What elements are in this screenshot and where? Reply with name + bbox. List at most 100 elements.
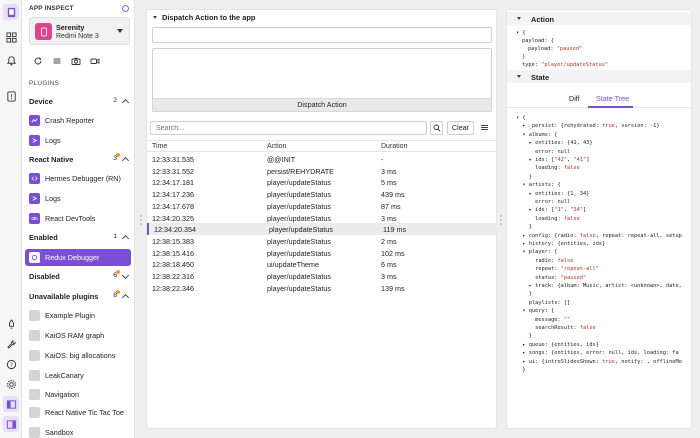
menu-list-button[interactable] xyxy=(52,56,62,66)
plugin-manager-rail-button[interactable] xyxy=(3,29,19,45)
table-row[interactable]: 12:34:17.181 player/updateStatus 5 ms xyxy=(147,176,498,188)
section-disabled[interactable]: Disabled 6 xyxy=(29,270,130,284)
table-row[interactable]: 12:33:31.535 @@INIT - xyxy=(147,153,498,165)
json-line[interactable]: ▾ { xyxy=(516,30,526,36)
section-react-native[interactable]: React Native 3 xyxy=(29,153,130,167)
table-row[interactable]: 12:38:22.346 player/updateStatus 139 ms xyxy=(147,282,498,294)
table-options-button[interactable] xyxy=(480,123,490,133)
state-tree-line[interactable]: ▾ { xyxy=(516,115,526,121)
table-row[interactable]: 12:38:15.383 player/updateStatus 2 ms xyxy=(147,235,498,247)
table-row[interactable]: 12:34:20.325 player/updateStatus 3 ms xyxy=(147,212,498,224)
state-tree-line[interactable]: ▸ entities: {41, 43} xyxy=(516,140,593,146)
reload-button[interactable] xyxy=(33,56,43,66)
sidebar-item-tic-tac-toe[interactable]: React Native Tic Tac Toe xyxy=(25,404,131,421)
table-row[interactable]: 12:38:22.316 player/updateStatus 3 ms xyxy=(147,270,498,282)
device-selector[interactable]: Serenity Redmi Note 3 xyxy=(29,17,130,45)
resize-handle-right[interactable] xyxy=(500,215,504,225)
state-tree-line[interactable]: ▸ history: {entities, ids} xyxy=(516,241,605,247)
crash-icon xyxy=(29,115,40,126)
row-time: 12:38:18.450 xyxy=(152,260,194,270)
state-tree-line: } xyxy=(516,291,532,298)
action-section-header[interactable]: Action xyxy=(507,12,691,25)
state-tree-line[interactable]: ▾ query: { xyxy=(516,308,554,314)
toggle-left-sidebar-button[interactable] xyxy=(3,396,19,412)
state-tree-line[interactable]: ▾ player: { xyxy=(516,249,557,255)
clear-button[interactable]: Clear xyxy=(447,121,474,135)
row-action: player/updateStatus xyxy=(269,225,333,235)
state-tree-line[interactable]: ▸ entities: {1, 34} xyxy=(516,191,590,197)
search-button[interactable] xyxy=(430,121,443,135)
table-row[interactable]: 12:33:31.552 persist/REHYDRATE 3 ms xyxy=(147,165,498,177)
section-count: 3 xyxy=(113,155,117,162)
state-tree-line: loading: false xyxy=(516,165,580,172)
sidebar-item-leakcanary[interactable]: LeakCanary xyxy=(25,367,131,384)
resize-handle-left[interactable] xyxy=(140,215,144,225)
state-tree-line[interactable]: ▸ track: {album: Music, artist: <unknown… xyxy=(516,283,682,289)
help-rail-button[interactable]: ? xyxy=(3,356,19,372)
state-tree-line[interactable]: ▾ albums: { xyxy=(516,132,557,138)
json-line[interactable]: payload: { xyxy=(522,38,554,44)
sidebar-item-crash-reporter[interactable]: Crash Reporter xyxy=(25,112,131,129)
state-tree-line[interactable]: ▾ artists: { xyxy=(516,182,560,188)
section-count: 8 xyxy=(113,292,117,299)
column-header-action[interactable]: Action xyxy=(267,143,286,150)
app-inspect-rail-button[interactable] xyxy=(3,4,19,20)
state-tree-line[interactable]: ▸ _persist: {rehydrated: true, version: … xyxy=(516,123,659,129)
state-tree-line[interactable]: ▸ queue: {entities, ids} xyxy=(516,342,599,348)
plugin-icon xyxy=(29,389,40,400)
search-input[interactable] xyxy=(151,122,426,134)
sidebar-item-label: LeakCanary xyxy=(45,371,84,380)
connection-status-icon[interactable] xyxy=(122,5,129,12)
sidebar-item-react-devtools[interactable]: React DevTools xyxy=(25,210,131,227)
state-tree-line: playlists: [] xyxy=(516,299,571,306)
preferences-rail-button[interactable] xyxy=(3,376,19,392)
state-tree-line[interactable]: ▸ ids: ["42", "41"] xyxy=(516,157,590,163)
table-row[interactable]: 12:38:18.450 ui/updateTheme 6 ms xyxy=(147,258,498,270)
caret-down-icon xyxy=(153,16,157,19)
row-duration: 119 ms xyxy=(383,225,407,235)
section-device[interactable]: Device 2 xyxy=(29,97,130,109)
table-row-selected[interactable]: 12:34:20.354 player/updateStatus 119 ms xyxy=(147,223,498,235)
column-header-duration[interactable]: Duration xyxy=(381,143,407,150)
sidebar-item-navigation[interactable]: Navigation xyxy=(25,386,131,403)
action-payload-textarea[interactable] xyxy=(152,48,492,103)
rocket-rail-button[interactable] xyxy=(3,316,19,332)
logs-rail-button[interactable] xyxy=(3,88,19,104)
state-tree-line: error: null xyxy=(516,199,571,205)
sidebar-item-redux-debugger[interactable]: Redux Debugger xyxy=(25,249,131,266)
notifications-rail-button[interactable] xyxy=(3,52,19,68)
dispatch-action-button[interactable]: Dispatch Action xyxy=(152,98,492,112)
sidebar-item-logs-rn[interactable]: Logs xyxy=(25,190,131,207)
state-section-header[interactable]: State xyxy=(507,70,691,83)
screenshot-button[interactable] xyxy=(71,56,81,66)
row-action: player/updateStatus xyxy=(267,178,331,188)
sidebar-item-kaios-big-allocations[interactable]: KaiOS: big allocations xyxy=(25,347,131,364)
state-tree-line[interactable]: ▸ ids: ["1", "34"] xyxy=(516,207,586,213)
sidebar-item-sandbox[interactable]: Sandbox xyxy=(25,424,131,438)
svg-text:?: ? xyxy=(10,362,13,368)
sidebar-item-kaios-ram-graph[interactable]: KaiOS RAM graph xyxy=(25,327,131,344)
dispatch-section-header[interactable]: Dispatch Action to the app xyxy=(153,13,255,22)
toggle-right-sidebar-button[interactable] xyxy=(3,416,19,432)
state-tree-line: radio: false xyxy=(516,257,574,264)
section-enabled[interactable]: Enabled 1 xyxy=(29,233,130,245)
sidebar-item-logs-device[interactable]: Logs xyxy=(25,132,131,149)
state-tree-line[interactable]: ▸ config: {radio: false, repeat: repeat-… xyxy=(516,233,681,239)
record-button[interactable] xyxy=(90,56,100,66)
state-tree-line[interactable]: ▸ songs: {entities, error: null, ids, lo… xyxy=(516,350,678,356)
state-tree-line[interactable]: ▸ ui: {introSlidesShown: true, notify: ,… xyxy=(516,359,681,365)
sidebar-item-hermes-debugger[interactable]: Hermes Debugger (RN) xyxy=(25,170,131,187)
reload-icon xyxy=(34,57,42,65)
row-action: player/updateStatus xyxy=(267,283,331,293)
sidebar-item-example-plugin[interactable]: Example Plugin xyxy=(25,307,131,324)
table-row[interactable]: 12:34:17.678 player/updateStatus 87 ms xyxy=(147,200,498,212)
table-row[interactable]: 12:34:17.236 player/updateStatus 439 ms xyxy=(147,188,498,200)
sidebar-item-label: Crash Reporter xyxy=(45,116,95,125)
action-type-input[interactable] xyxy=(152,27,492,43)
settings-rail-button[interactable] xyxy=(3,336,19,352)
tab-diff[interactable]: Diff xyxy=(569,94,580,103)
column-header-time[interactable]: Time xyxy=(152,143,167,150)
table-row[interactable]: 12:38:15.416 player/updateStatus 102 ms xyxy=(147,247,498,259)
section-unavailable[interactable]: Unavailable plugins 8 xyxy=(29,290,130,304)
tab-state-tree[interactable]: State Tree xyxy=(596,94,629,103)
